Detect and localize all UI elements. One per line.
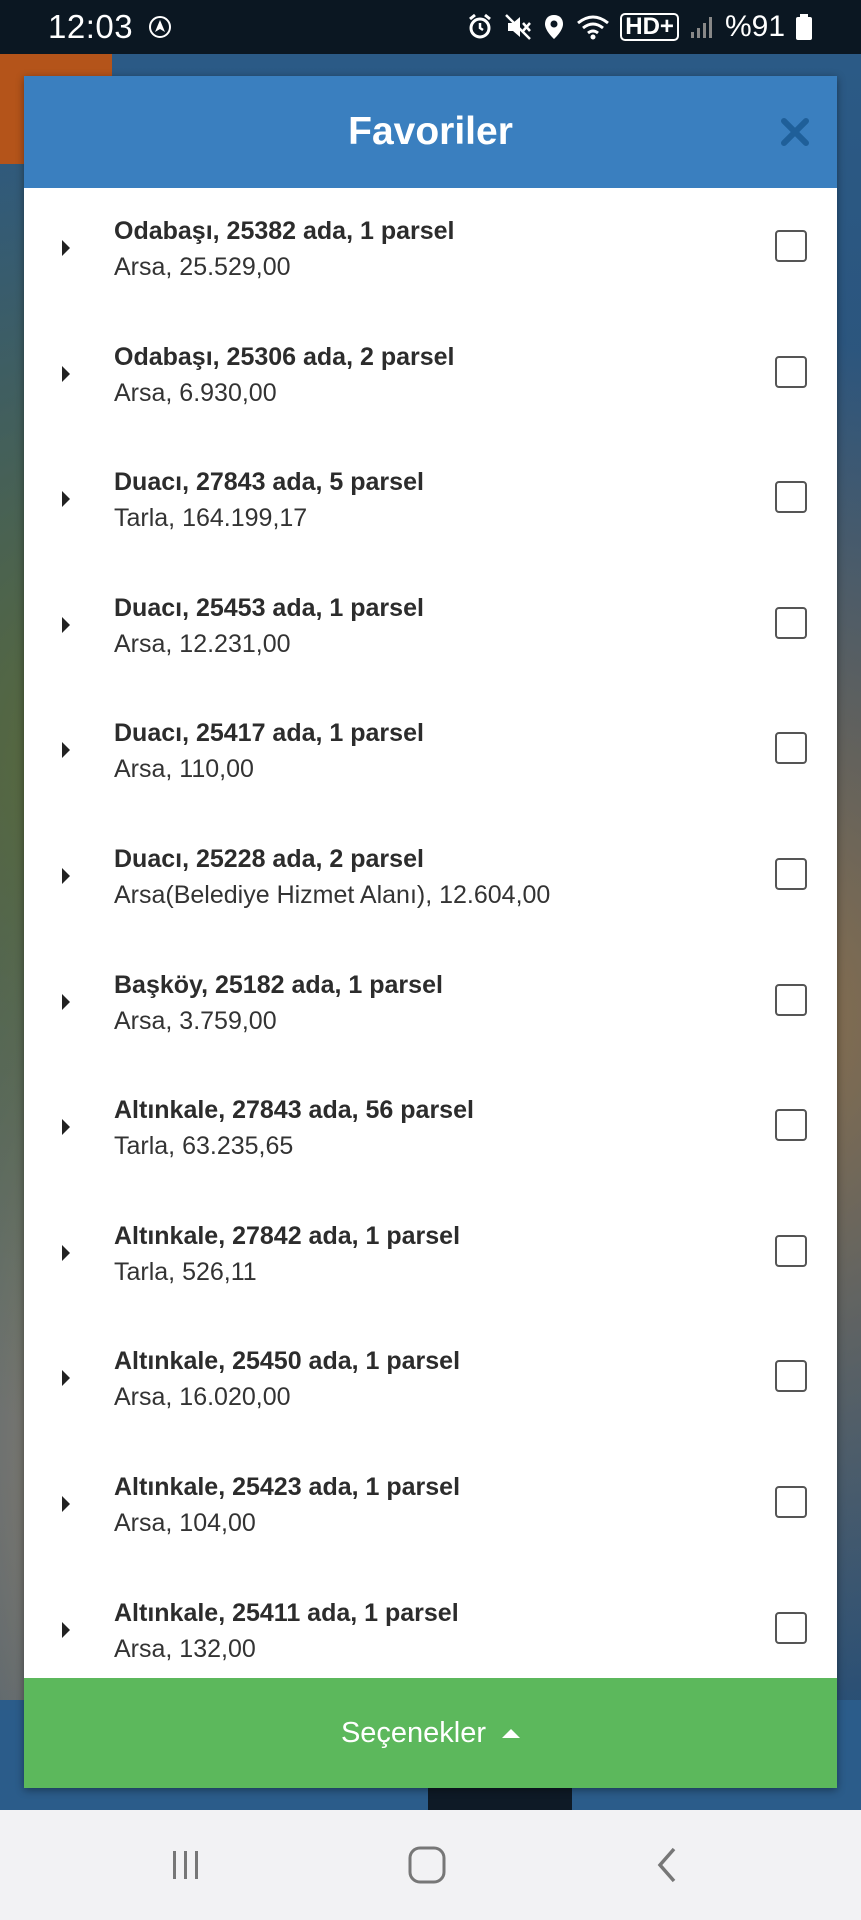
list-item[interactable]: Odabaşı, 25382 ada, 1 parsel Arsa, 25.52… bbox=[24, 188, 837, 314]
expand-caret-icon[interactable] bbox=[62, 867, 70, 884]
dialog-header: Favoriler bbox=[24, 76, 837, 188]
item-title: Duacı, 25417 ada, 1 parsel bbox=[114, 719, 424, 748]
list-item[interactable]: Altınkale, 25450 ada, 1 parsel Arsa, 16.… bbox=[24, 1318, 837, 1444]
expand-caret-icon[interactable] bbox=[62, 1495, 70, 1512]
item-checkbox[interactable] bbox=[775, 1485, 807, 1518]
item-subtitle: Arsa, 16.020,00 bbox=[114, 1383, 291, 1412]
battery-percent: %91 bbox=[724, 10, 785, 43]
item-subtitle: Tarla, 526,11 bbox=[114, 1257, 257, 1286]
expand-caret-icon[interactable] bbox=[62, 993, 70, 1010]
item-subtitle: Arsa, 132,00 bbox=[114, 1634, 256, 1663]
expand-caret-icon[interactable] bbox=[62, 491, 70, 508]
item-title: Duacı, 27843 ada, 5 parsel bbox=[114, 468, 424, 497]
item-checkbox[interactable] bbox=[775, 1109, 807, 1142]
item-checkbox[interactable] bbox=[775, 1611, 807, 1644]
back-icon[interactable] bbox=[598, 1810, 738, 1920]
list-item[interactable]: Altınkale, 25411 ada, 1 parsel Arsa, 132… bbox=[24, 1570, 837, 1678]
item-title: Odabaşı, 25306 ada, 2 parsel bbox=[114, 342, 455, 371]
dialog-title: Favoriler bbox=[348, 110, 513, 153]
list-item[interactable]: Altınkale, 27843 ada, 56 parsel Tarla, 6… bbox=[24, 1067, 837, 1193]
item-title: Altınkale, 25423 ada, 1 parsel bbox=[114, 1472, 461, 1501]
item-title: Duacı, 25228 ada, 2 parsel bbox=[114, 844, 424, 873]
expand-caret-icon[interactable] bbox=[62, 1244, 70, 1261]
item-checkbox[interactable] bbox=[775, 732, 807, 765]
navigation-icon bbox=[147, 14, 173, 40]
item-subtitle: Arsa(Belediye Hizmet Alanı), 12.604,00 bbox=[114, 880, 551, 909]
caret-up-icon bbox=[502, 1728, 521, 1738]
status-time: 12:03 bbox=[48, 8, 134, 45]
status-bar: 12:03 HD+ %91 bbox=[0, 0, 861, 54]
item-subtitle: Arsa, 104,00 bbox=[114, 1508, 256, 1537]
expand-caret-icon[interactable] bbox=[62, 742, 70, 759]
item-checkbox[interactable] bbox=[775, 1234, 807, 1267]
item-checkbox[interactable] bbox=[775, 230, 807, 262]
wifi-icon bbox=[576, 13, 610, 41]
expand-caret-icon[interactable] bbox=[62, 616, 70, 633]
expand-caret-icon[interactable] bbox=[62, 365, 70, 382]
favorites-list: Odabaşı, 25382 ada, 1 parsel Arsa, 25.52… bbox=[24, 188, 837, 1678]
item-subtitle: Tarla, 164.199,17 bbox=[114, 504, 308, 533]
list-item[interactable]: Duacı, 25228 ada, 2 parsel Arsa(Belediye… bbox=[24, 816, 837, 942]
expand-caret-icon[interactable] bbox=[62, 1370, 70, 1387]
recent-apps-icon[interactable] bbox=[116, 1810, 256, 1920]
favorites-dialog: Favoriler Odabaşı, 25382 ada, 1 parsel A… bbox=[24, 76, 837, 1788]
item-checkbox[interactable] bbox=[775, 481, 807, 514]
item-checkbox[interactable] bbox=[775, 857, 807, 890]
item-title: Altınkale, 25411 ada, 1 parsel bbox=[114, 1598, 459, 1627]
network-type-label: HD+ bbox=[620, 13, 679, 41]
item-title: Başköy, 25182 ada, 1 parsel bbox=[114, 970, 443, 999]
list-item[interactable]: Odabaşı, 25306 ada, 2 parsel Arsa, 6.930… bbox=[24, 314, 837, 440]
options-button[interactable]: Seçenekler bbox=[24, 1678, 837, 1788]
alarm-icon bbox=[466, 13, 494, 41]
battery-icon bbox=[795, 13, 813, 41]
item-checkbox[interactable] bbox=[775, 983, 807, 1016]
expand-caret-icon[interactable] bbox=[62, 1621, 70, 1638]
expand-caret-icon[interactable] bbox=[62, 1119, 70, 1136]
item-subtitle: Arsa, 12.231,00 bbox=[114, 629, 291, 658]
mute-icon bbox=[504, 13, 532, 41]
item-subtitle: Arsa, 3.759,00 bbox=[114, 1006, 277, 1035]
location-icon bbox=[542, 13, 566, 41]
home-icon[interactable] bbox=[357, 1810, 497, 1920]
item-subtitle: Arsa, 110,00 bbox=[114, 755, 254, 784]
close-icon[interactable] bbox=[777, 114, 813, 150]
item-subtitle: Tarla, 63.235,65 bbox=[114, 1132, 294, 1161]
list-item[interactable]: Duacı, 25417 ada, 1 parsel Arsa, 110,00 bbox=[24, 690, 837, 816]
expand-caret-icon[interactable] bbox=[62, 240, 70, 256]
options-button-label: Seçenekler bbox=[340, 1716, 487, 1749]
item-title: Altınkale, 25450 ada, 1 parsel bbox=[114, 1347, 461, 1376]
list-item[interactable]: Başköy, 25182 ada, 1 parsel Arsa, 3.759,… bbox=[24, 942, 837, 1068]
item-title: Duacı, 25453 ada, 1 parsel bbox=[114, 593, 424, 622]
list-item[interactable]: Altınkale, 25423 ada, 1 parsel Arsa, 104… bbox=[24, 1444, 837, 1570]
item-checkbox[interactable] bbox=[775, 606, 807, 639]
item-title: Altınkale, 27842 ada, 1 parsel bbox=[114, 1221, 461, 1250]
list-item[interactable]: Altınkale, 27842 ada, 1 parsel Tarla, 52… bbox=[24, 1193, 837, 1319]
item-checkbox[interactable] bbox=[775, 1360, 807, 1393]
item-title: Odabaşı, 25382 ada, 1 parsel bbox=[114, 217, 455, 245]
item-subtitle: Arsa, 25.529,00 bbox=[114, 253, 291, 281]
signal-icon bbox=[689, 14, 715, 40]
list-item[interactable]: Duacı, 27843 ada, 5 parsel Tarla, 164.19… bbox=[24, 439, 837, 565]
item-checkbox[interactable] bbox=[775, 355, 807, 388]
navigation-bar bbox=[0, 1810, 861, 1920]
list-item[interactable]: Duacı, 25453 ada, 1 parsel Arsa, 12.231,… bbox=[24, 565, 837, 691]
item-title: Altınkale, 27843 ada, 56 parsel bbox=[114, 1096, 474, 1125]
item-subtitle: Arsa, 6.930,00 bbox=[114, 378, 277, 407]
